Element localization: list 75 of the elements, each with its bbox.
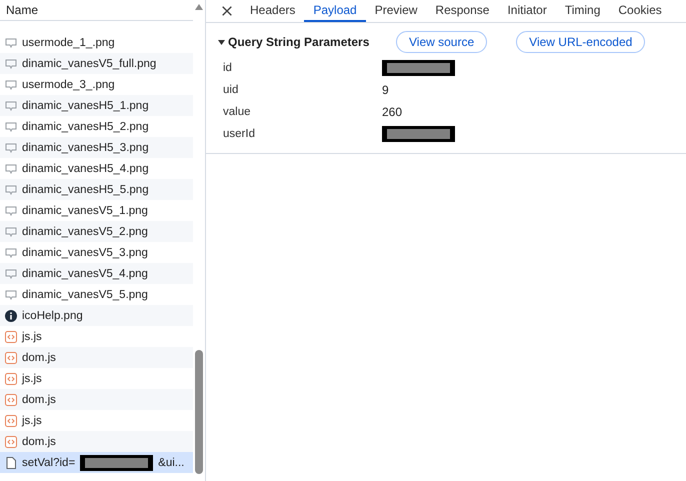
request-row[interactable]: dom.js (0, 431, 193, 452)
image-icon (5, 268, 17, 280)
param-key: uid (206, 84, 382, 96)
document-icon (5, 456, 17, 468)
request-row[interactable]: dinamic_vanesV5_2.png (0, 221, 193, 242)
file-name: dinamic_vanesV5_full.png (22, 58, 156, 70)
close-icon[interactable] (221, 5, 233, 17)
param-key: userId (206, 128, 382, 140)
file-name: dinamic_vanesH5_2.png (22, 120, 149, 132)
param-key: value (206, 106, 382, 118)
file-name: usermode_3_.png (22, 78, 115, 90)
triangle-icon[interactable] (218, 40, 225, 44)
file-name: icoHelp.png (22, 310, 83, 322)
file-name: dinamic_vanesV5_2.png (22, 226, 148, 238)
tab[interactable]: Timing (556, 0, 610, 22)
image-icon (5, 204, 17, 216)
param-value: 9 (382, 83, 389, 97)
file-name: js.js (22, 330, 42, 342)
file-name: dinamic_vanesV5_4.png (22, 268, 148, 280)
file-name: &ui... (158, 456, 184, 468)
image-icon (5, 288, 17, 300)
request-row[interactable]: dinamic_vanesH5_1.png (0, 95, 193, 116)
scroll-up-icon[interactable] (195, 4, 203, 10)
script-icon (5, 414, 17, 426)
image-icon (5, 100, 17, 112)
image-icon (5, 184, 17, 196)
script-icon (5, 372, 17, 384)
file-name: dom.js (22, 436, 56, 448)
request-row[interactable]: dom.js (0, 347, 193, 368)
script-icon (5, 330, 17, 342)
tab[interactable]: Preview (366, 0, 426, 22)
info-icon (5, 310, 17, 322)
scrollbar-thumb[interactable] (195, 350, 203, 474)
file-name: setVal?id= (22, 456, 76, 468)
script-icon (5, 394, 17, 406)
file-name: dinamic_vanesV5_5.png (22, 288, 148, 300)
column-header[interactable]: Name (0, 0, 193, 21)
param-value: 260 (382, 105, 402, 119)
image-icon (5, 162, 17, 174)
image-icon (5, 226, 17, 238)
file-name: dinamic_vanesV5_3.png (22, 246, 148, 258)
file-name: js.js (22, 414, 42, 426)
param-key: id (206, 62, 382, 74)
tab[interactable]: Payload (304, 0, 366, 22)
file-name: dom.js (22, 394, 56, 406)
file-name: dinamic_vanesV5_1.png (22, 204, 148, 216)
request-row[interactable]: dinamic_vanesV5_full.png (0, 53, 193, 74)
file-name: usermode_1_.png (22, 36, 115, 48)
request-row[interactable]: icoHelp.png (0, 305, 193, 326)
request-row[interactable]: dom.js (0, 389, 193, 410)
image-icon (5, 58, 17, 70)
image-icon (5, 246, 17, 258)
file-name: js.js (22, 372, 42, 384)
file-name: dom.js (22, 352, 56, 364)
tab[interactable]: Initiator (498, 0, 556, 22)
file-name: dinamic_vanesH5_4.png (22, 162, 149, 174)
image-icon (5, 78, 17, 90)
tab[interactable]: Headers (241, 0, 304, 22)
image-icon (5, 142, 17, 154)
section-toggle[interactable]: Query String Parameters (218, 35, 396, 49)
view-button[interactable]: View URL-encoded (516, 31, 646, 53)
file-name: dinamic_vanesH5_1.png (22, 100, 149, 112)
script-icon (5, 352, 17, 364)
script-icon (5, 436, 17, 448)
file-name: dinamic_vanesH5_5.png (22, 184, 149, 196)
request-row[interactable]: dinamic_vanesH5_5.png (0, 179, 193, 200)
view-button[interactable]: View source (396, 31, 488, 53)
file-name: dinamic_vanesH5_3.png (22, 142, 149, 154)
request-row[interactable]: setVal?id= &ui... (0, 452, 193, 473)
tab[interactable]: Cookies (609, 0, 671, 22)
request-row[interactable]: dinamic_vanesH5_3.png (0, 137, 193, 158)
tab[interactable]: Response (426, 0, 498, 22)
request-row[interactable]: dinamic_vanesV5_4.png (0, 263, 193, 284)
image-icon (5, 36, 17, 48)
image-icon (5, 120, 17, 132)
